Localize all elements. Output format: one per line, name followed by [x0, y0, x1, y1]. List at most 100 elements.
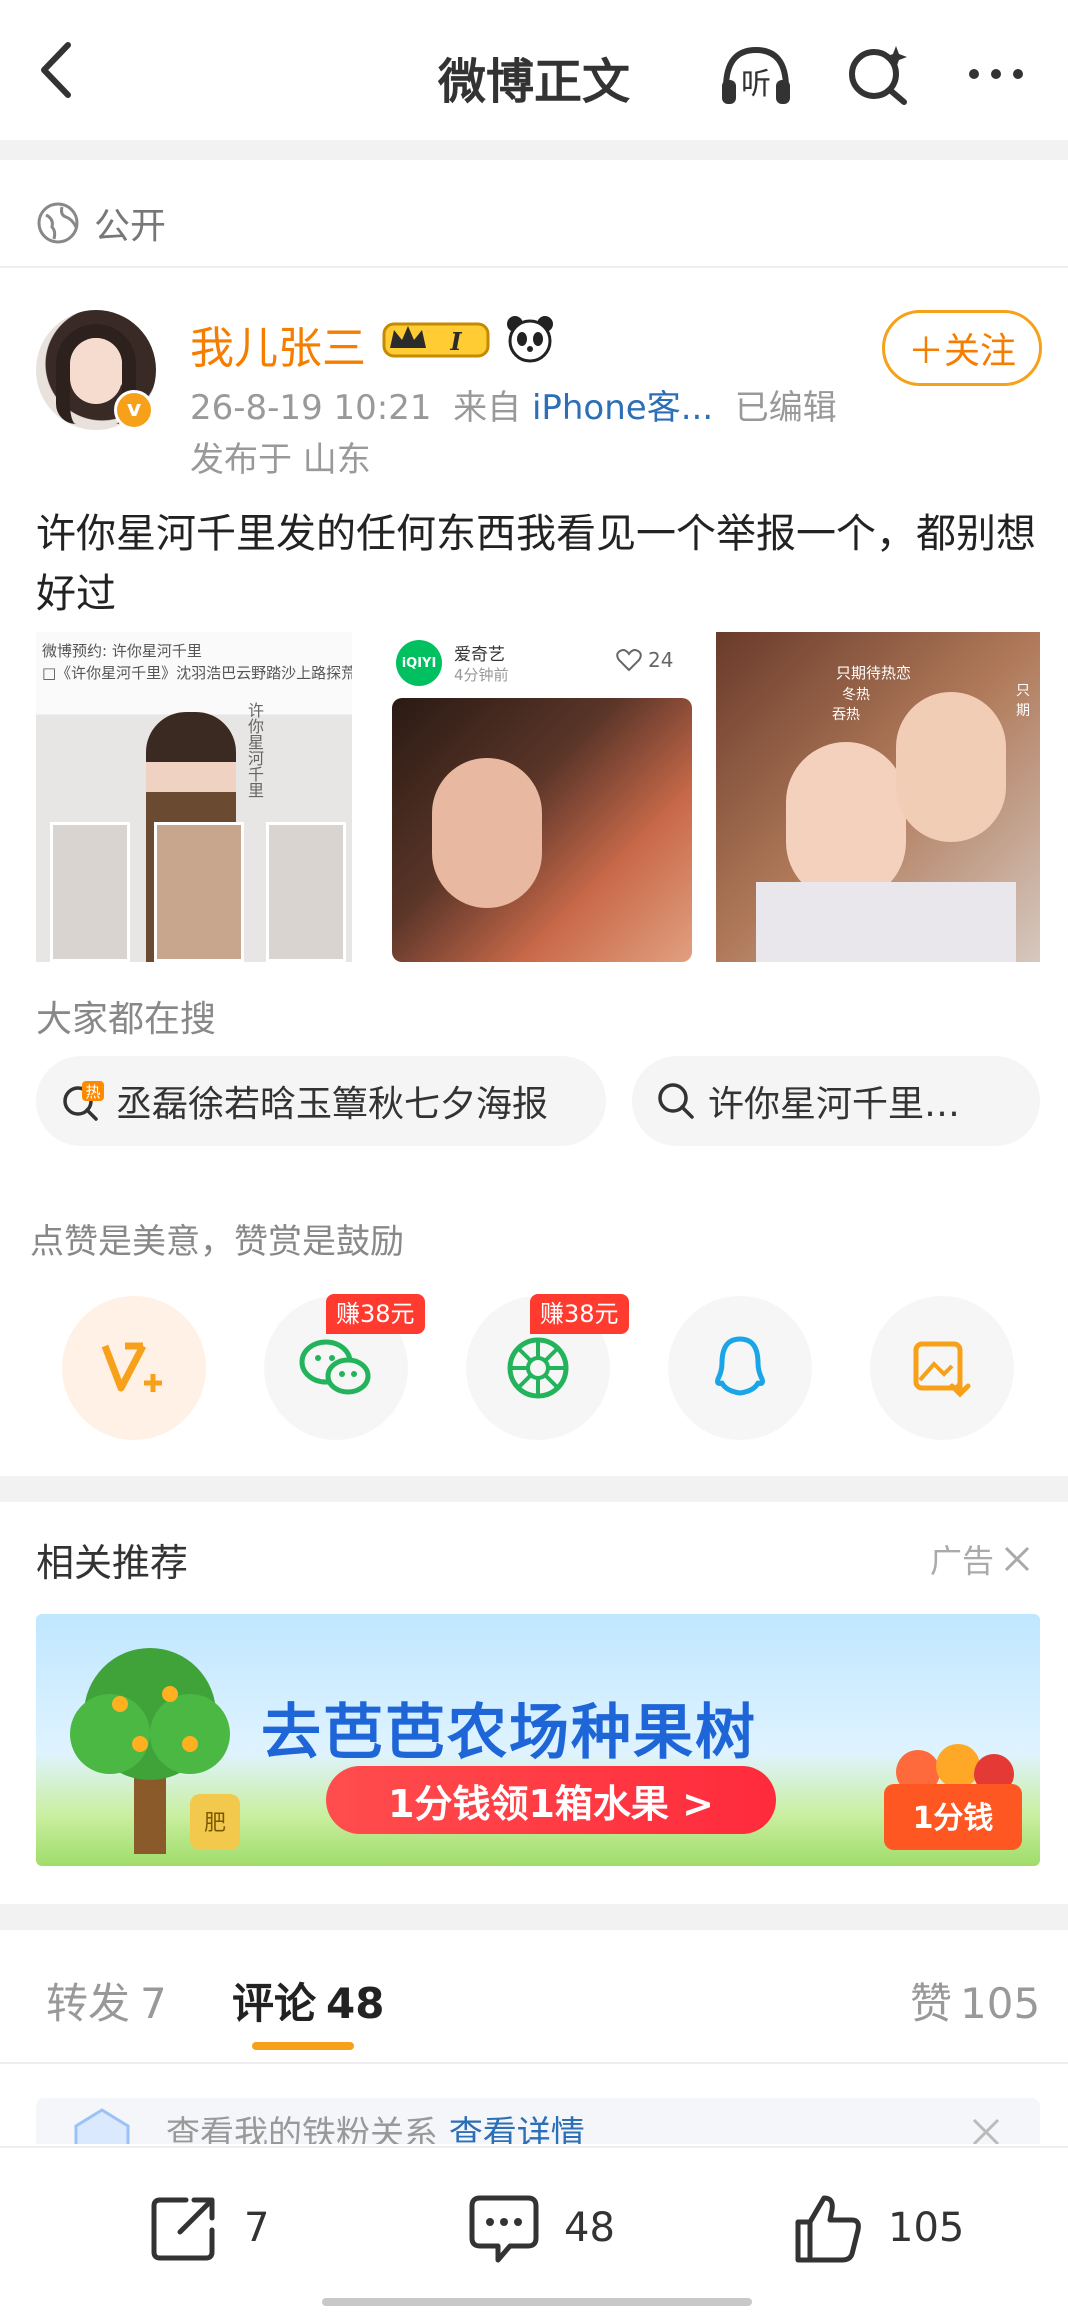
fruit-tree-icon: 肥: [70, 1648, 240, 1854]
avatar-face: [70, 338, 122, 404]
post-datetime: 26-8-19 10:21: [190, 388, 432, 428]
image-2-likes: 24: [616, 648, 673, 672]
panda-icon: [507, 316, 553, 363]
image-1-caption-1: 微博预约: 许你星河千里: [42, 642, 202, 660]
ad-tag[interactable]: 广告: [930, 1536, 1034, 1582]
post-image-1[interactable]: 微博预约: 许你星河千里 □《许你星河千里》沈羽浩巴云野踏沙上路探荒野 许你星河…: [36, 632, 352, 962]
fans-notice-link[interactable]: 查看详情: [449, 2114, 585, 2144]
weibo-reward-button[interactable]: [62, 1296, 206, 1440]
hot-tag: 热: [85, 1083, 100, 1101]
thumbs-up-icon: [795, 2195, 861, 2263]
tab-likes[interactable]: 赞 105: [910, 1970, 1040, 2031]
image-2-like-count: 24: [648, 648, 674, 672]
ad-cta-button[interactable]: 1分钱领1箱水果 >: [326, 1766, 776, 1834]
search-icon[interactable]: [838, 38, 918, 108]
globe-icon: [37, 202, 79, 244]
comment-button[interactable]: 48: [466, 2188, 615, 2268]
active-tab-indicator: [252, 2042, 354, 2050]
image-2-app-name: 爱奇艺: [454, 645, 505, 665]
tab-comments-label: 评论: [232, 1979, 317, 2028]
close-icon[interactable]: [1000, 1542, 1034, 1576]
listen-button[interactable]: 听: [716, 38, 796, 108]
tab-comments[interactable]: 评论 48: [232, 1970, 384, 2031]
hot-search-item-1[interactable]: 热 丞磊徐若晗玉簟秋七夕海报: [36, 1056, 606, 1146]
visibility-row: 公开: [0, 178, 1068, 268]
username[interactable]: 我儿张三: [190, 312, 366, 376]
fans-notice-label: 查看我的铁粉关系: [166, 2114, 438, 2144]
image-3-face-2: [896, 692, 1006, 842]
related-label: 相关推荐: [36, 1541, 189, 1585]
fans-notice[interactable]: 查看我的铁粉关系 查看详情: [36, 2098, 1040, 2144]
close-icon[interactable]: [968, 2114, 1004, 2144]
qq-share-button[interactable]: [668, 1296, 812, 1440]
divider: [0, 266, 1068, 268]
ad-label: 广告: [930, 1542, 995, 1580]
like-button[interactable]: 105: [790, 2188, 964, 2268]
top-bar: 微博正文 听: [0, 0, 1068, 140]
tab-comments-count: 48: [326, 1979, 385, 2028]
hot-search-item-2[interactable]: 许你星河千里…: [632, 1056, 1040, 1146]
listen-label: 听: [741, 67, 771, 102]
image-1-thumb-2: [154, 822, 244, 962]
heart-icon: [616, 649, 642, 672]
edited-label[interactable]: 已编辑: [735, 388, 837, 428]
moments-earn-badge: 赚38元: [530, 1294, 629, 1334]
post-image-2[interactable]: iQIYI 爱奇艺 4分钟前 24: [376, 632, 692, 962]
hot-search-icon: 热: [63, 1081, 104, 1121]
post-meta: 26-8-19 10:21 来自 iPhone客... 已编辑: [190, 380, 837, 429]
divider-band: [0, 140, 1068, 160]
visibility-label: 公开: [94, 206, 167, 247]
image-2-time: 4分钟前: [454, 666, 509, 684]
post-image-3[interactable]: 只期待热恋 只期 冬热 吞热 吞热: [716, 632, 1040, 962]
image-2-photo: [392, 698, 692, 962]
hot-search-text-2: 许你星河千里…: [708, 1084, 961, 1125]
member-badge-icon: I: [382, 322, 490, 358]
reward-prompt: 点赞是美意，赞赏是鼓励: [30, 1222, 404, 1262]
member-badge-level: I: [449, 327, 462, 356]
hot-search-text-1: 丞磊徐若晗玉簟秋七夕海报: [116, 1084, 549, 1125]
verified-badge: v: [114, 390, 154, 430]
save-image-button[interactable]: [870, 1296, 1014, 1440]
image-1-caption-2: □《许你星河千里》沈羽浩巴云野踏沙上路探荒野: [42, 664, 352, 682]
tab-reposts[interactable]: 转发 7: [46, 1970, 167, 2031]
image-1-vertical-text: 许你星河千里: [245, 702, 264, 798]
follow-button[interactable]: ＋关注: [882, 310, 1042, 386]
moments-icon: [507, 1337, 569, 1399]
tab-reposts-count: 7: [140, 1979, 167, 2028]
comment-count: 48: [564, 2205, 615, 2251]
fruit-box-icon: 1分钱: [884, 1744, 1022, 1850]
repost-button[interactable]: 7: [146, 2188, 269, 2268]
iqiyi-logo-icon: iQIYI: [396, 640, 442, 686]
hot-search-label: 大家都在搜: [36, 999, 217, 1040]
ad-box-tag: 1分钱: [913, 1801, 994, 1836]
divider-band: [0, 1476, 1068, 1502]
save-image-icon: [913, 1341, 971, 1398]
wechat-earn-badge: 赚38元: [326, 1294, 425, 1334]
bottom-action-bar: 7 48 105: [0, 2146, 1068, 2312]
weibo-reward-icon: [101, 1342, 162, 1392]
image-3-overlay-1: 只期待热恋: [836, 664, 912, 682]
repost-count: 7: [244, 2205, 270, 2251]
image-2-face: [432, 758, 542, 908]
image-1-thumb-3: [266, 822, 346, 962]
fans-badge-icon: [74, 2108, 130, 2144]
more-icon[interactable]: [956, 38, 1036, 108]
post-source[interactable]: iPhone客...: [532, 388, 713, 428]
ad-banner[interactable]: 肥 去芭芭农场种果树 1分钱领1箱水果 > 1分钱: [36, 1614, 1040, 1866]
divider: [0, 2062, 1068, 2064]
search-icon: [658, 1083, 694, 1119]
tab-likes-label: 赞: [910, 1979, 953, 2028]
ad-headline: 去芭芭农场种果树: [261, 1698, 757, 1768]
fans-notice-text: 查看我的铁粉关系 查看详情: [166, 2106, 585, 2144]
post-location: 发布于 山东: [190, 440, 371, 480]
qq-icon: [715, 1336, 765, 1396]
divider-band: [0, 1904, 1068, 1930]
wechat-icon: [299, 1339, 371, 1395]
image-3-overlay-2: 冬热: [842, 687, 870, 703]
fertilizer-label: 肥: [204, 1811, 226, 1836]
comment-icon: [469, 2195, 539, 2263]
image-1-thumb-1: [50, 822, 130, 962]
image-3-face-1: [786, 742, 906, 902]
tab-reposts-label: 转发: [46, 1979, 131, 2028]
post-text: 许你星河千里发的任何东西我看见一个举报一个，都别想好过: [36, 511, 1036, 617]
